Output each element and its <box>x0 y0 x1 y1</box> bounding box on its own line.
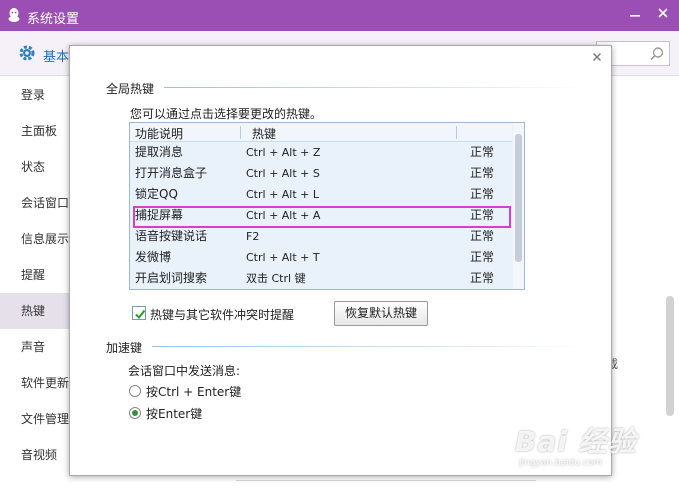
watermark-main-text: Bai 经验 <box>515 425 637 458</box>
sidebar-item-login[interactable]: 登录 <box>0 77 70 113</box>
background-scrollbar[interactable] <box>666 296 674 416</box>
hotkey-function: 打开消息盒子 <box>135 166 208 180</box>
sidebar-item-info-display[interactable]: 信息展示 <box>0 221 70 257</box>
hotkey-combination: Ctrl + Alt + S <box>246 167 320 180</box>
hotkey-hint-text: 您可以通过点击选择要更改的热键。 <box>130 107 323 121</box>
hotkey-function: 语音按键说话 <box>135 229 208 243</box>
hotkey-combination: 双击 Ctrl 键 <box>246 272 306 285</box>
sidebar-item-file-management[interactable]: 文件管理 <box>0 401 70 437</box>
conflict-reminder-label[interactable]: 热键与其它软件冲突时提醒 <box>150 306 294 323</box>
minimize-button[interactable] <box>626 6 644 24</box>
qq-logo-icon <box>8 8 20 22</box>
table-row[interactable]: 打开消息盒子 Ctrl + Alt + S 正常 <box>130 163 512 184</box>
minimize-icon <box>630 15 640 17</box>
global-hotkeys-heading: 全局热键 <box>106 82 155 96</box>
column-separator <box>456 126 457 139</box>
hotkey-combination: Ctrl + Alt + L <box>246 188 320 201</box>
column-header-hotkey[interactable]: 热键 <box>252 125 276 142</box>
hotkey-status: 正常 <box>470 229 495 243</box>
hotkey-function: 锁定QQ <box>135 187 178 201</box>
hotkey-function: 发微博 <box>135 250 172 264</box>
restore-default-hotkeys-button[interactable]: 恢复默认热键 <box>334 301 428 326</box>
table-row[interactable]: 发微博 Ctrl + Alt + T 正常 <box>130 247 512 268</box>
title-bar: 系统设置 <box>0 0 679 31</box>
hotkey-status: 正常 <box>470 187 495 201</box>
hotkey-status: 正常 <box>470 271 495 285</box>
table-scrollbar[interactable] <box>513 123 524 289</box>
sidebar: 登录 主面板 状态 会话窗口 信息展示 提醒 热键 声音 软件更新 文件管理 音… <box>0 77 70 488</box>
close-icon <box>593 53 601 61</box>
table-row[interactable]: 锁定QQ Ctrl + Alt + L 正常 <box>130 184 512 205</box>
background-divider <box>236 480 536 488</box>
window-title: 系统设置 <box>27 12 80 27</box>
table-row[interactable]: 语音按键说话 F2 正常 <box>130 226 512 247</box>
baidu-jingyan-watermark: Bai 经验 jingyan.baidu.com <box>515 404 675 484</box>
highlighted-row-outline <box>133 206 511 228</box>
hotkey-combination: F2 <box>246 230 260 243</box>
checkmark-icon <box>135 309 146 320</box>
section-divider <box>164 87 584 88</box>
radio-enter[interactable] <box>129 407 141 419</box>
hotkey-combination: Ctrl + Alt + T <box>246 251 320 264</box>
sidebar-item-main-panel[interactable]: 主面板 <box>0 113 70 149</box>
sidebar-item-reminder[interactable]: 提醒 <box>0 257 70 293</box>
sidebar-item-chat-window[interactable]: 会话窗口 <box>0 185 70 221</box>
scrollbar-thumb[interactable] <box>515 134 522 262</box>
hotkey-status: 正常 <box>470 145 495 159</box>
sidebar-item-hotkeys[interactable]: 热键 <box>0 293 70 329</box>
gear-icon <box>19 45 35 61</box>
hotkey-function: 提取消息 <box>135 145 184 159</box>
column-separator <box>240 126 241 139</box>
conflict-reminder-checkbox[interactable] <box>132 306 146 320</box>
hotkey-combination: Ctrl + Alt + Z <box>246 146 321 159</box>
accelerator-heading: 加速键 <box>106 341 143 355</box>
column-header-function[interactable]: 功能说明 <box>135 125 183 142</box>
hotkey-function: 开启划词搜索 <box>135 271 208 285</box>
send-message-label: 会话窗口中发送消息: <box>128 364 241 378</box>
sidebar-item-audio-video[interactable]: 音视频 <box>0 437 70 473</box>
sidebar-item-software-update[interactable]: 软件更新 <box>0 365 70 401</box>
tab-basic[interactable]: 基本 <box>43 46 69 65</box>
section-divider <box>152 346 584 347</box>
radio-enter-label[interactable]: 按Enter键 <box>146 405 202 422</box>
close-button[interactable] <box>654 6 672 24</box>
sidebar-item-sound[interactable]: 声音 <box>0 329 70 365</box>
radio-ctrl-enter-label[interactable]: 按Ctrl + Enter键 <box>146 383 241 400</box>
dialog-close-button[interactable] <box>589 50 605 66</box>
close-icon <box>658 8 668 18</box>
radio-ctrl-enter[interactable] <box>129 385 141 397</box>
hotkey-status: 正常 <box>470 250 495 264</box>
table-header: 功能说明 热键 <box>130 123 512 142</box>
watermark-sub-text: jingyan.baidu.com <box>519 458 603 468</box>
hotkey-status: 正常 <box>470 166 495 180</box>
sidebar-item-status[interactable]: 状态 <box>0 149 70 185</box>
search-icon <box>650 47 664 61</box>
table-row[interactable]: 开启划词搜索 双击 Ctrl 键 正常 <box>130 268 512 289</box>
table-row[interactable]: 提取消息 Ctrl + Alt + Z 正常 <box>130 142 512 163</box>
